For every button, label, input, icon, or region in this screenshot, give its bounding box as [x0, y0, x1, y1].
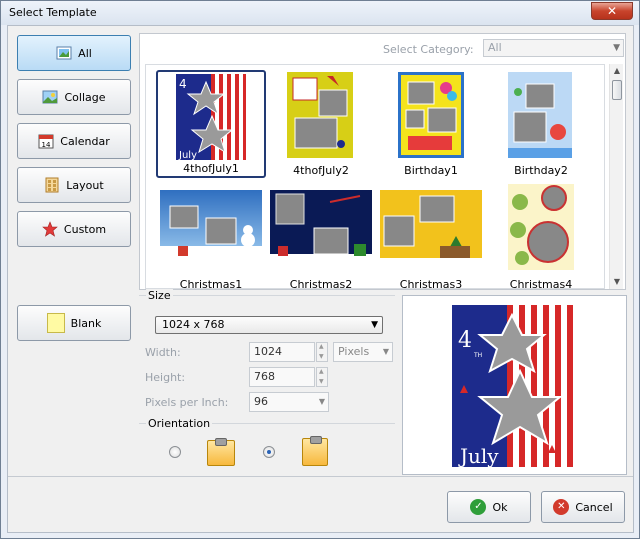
select-category-label: Select Category: — [383, 43, 474, 56]
picture-icon — [56, 45, 72, 61]
calendar-icon: 14 — [38, 133, 54, 149]
chevron-down-icon: ▼ — [613, 43, 620, 53]
width-spinner[interactable] — [316, 342, 328, 362]
template-thumbnail — [508, 72, 572, 158]
size-preset-value: 1024 x 768 — [162, 318, 225, 331]
gallery-scrollbar[interactable]: ▲ ▼ — [609, 64, 623, 289]
close-button[interactable]: ✕ — [591, 2, 633, 20]
chevron-down-icon: ▼ — [371, 320, 378, 330]
custom-button[interactable]: Custom — [17, 211, 131, 247]
scroll-up-icon[interactable]: ▲ — [610, 64, 624, 78]
ppi-value: 96 — [254, 395, 268, 408]
cancel-button[interactable]: ✕ Cancel — [541, 491, 625, 523]
collage-button-label: Collage — [64, 90, 106, 104]
template-name: Christmas1 — [179, 278, 243, 289]
template-gallery: Select Category: All ▼ 4 July 4thofJuly1 — [139, 33, 626, 290]
ppi-label: Pixels per Inch: — [145, 396, 229, 409]
template-thumbnail — [380, 190, 482, 266]
all-button-label: All — [78, 46, 92, 60]
select-template-dialog: Select Template ✕ All Collage 14 Calenda… — [0, 0, 640, 539]
blank-button[interactable]: Blank — [17, 305, 131, 341]
ok-button[interactable]: ✓ Ok — [447, 491, 531, 523]
size-group: Size 1024 x 768 ▼ Width: 1024 Pixels ▼ He… — [139, 289, 395, 413]
width-label: Width: — [145, 346, 181, 359]
all-button[interactable]: All — [17, 35, 131, 71]
preview-th: TH — [473, 352, 482, 359]
width-value: 1024 — [254, 345, 282, 358]
template-birthday1[interactable]: Birthday1 — [376, 70, 486, 178]
portrait-clipboard-icon — [302, 436, 328, 466]
template-christmas2[interactable]: Christmas2 — [266, 184, 376, 289]
template-thumbnail — [508, 184, 574, 270]
template-list: 4 July 4thofJuly1 4thofJuly2 Birthday1 B… — [145, 64, 605, 289]
template-christmas4[interactable]: Christmas4 — [486, 184, 596, 289]
landscape-clipboard-icon — [207, 438, 235, 466]
preview-july-large: July — [458, 444, 499, 467]
custom-button-label: Custom — [63, 222, 107, 236]
height-field[interactable]: 768 — [249, 367, 315, 387]
height-label: Height: — [145, 371, 186, 384]
template-name: Birthday2 — [514, 164, 568, 177]
template-name: Christmas4 — [509, 278, 573, 289]
calendar-button-label: Calendar — [60, 134, 110, 148]
template-name: Christmas2 — [289, 278, 353, 289]
divider — [8, 476, 633, 477]
size-legend: Size — [146, 289, 173, 302]
template-thumbnail — [270, 190, 372, 266]
preview-four: 4 — [179, 77, 187, 91]
scroll-down-icon[interactable]: ▼ — [610, 275, 624, 289]
landscape-icon — [42, 89, 58, 105]
template-thumbnail — [398, 72, 464, 158]
landscape-radio[interactable] — [169, 446, 181, 458]
chevron-down-icon: ▼ — [318, 397, 325, 406]
width-field[interactable]: 1024 — [249, 342, 315, 362]
window-title: Select Template — [9, 6, 97, 19]
collage-button[interactable]: Collage — [17, 79, 131, 115]
template-name: 4thofJuly1 — [183, 162, 239, 175]
template-birthday2[interactable]: Birthday2 — [486, 70, 596, 178]
template-4thofjuly2[interactable]: 4thofJuly2 — [266, 70, 376, 178]
layout-button-label: Layout — [66, 178, 104, 192]
title-bar: Select Template ✕ — [1, 1, 639, 25]
preview-four-large: 4 — [458, 328, 472, 353]
layout-button[interactable]: Layout — [17, 167, 131, 203]
template-christmas3[interactable]: Christmas3 — [376, 184, 486, 289]
orientation-legend: Orientation — [146, 417, 213, 430]
template-thumbnail — [287, 72, 353, 158]
category-value: All — [488, 41, 502, 54]
template-preview: 4 TH July — [402, 295, 627, 475]
template-christmas1[interactable]: Christmas1 — [156, 184, 266, 289]
height-spinner[interactable] — [316, 367, 328, 387]
portrait-radio[interactable] — [263, 446, 275, 458]
checkmark-icon: ✓ — [470, 499, 487, 515]
unit-value: Pixels — [338, 345, 370, 358]
dialog-body: All Collage 14 Calendar Layout Custom Bl… — [7, 25, 634, 533]
blank-button-label: Blank — [70, 316, 102, 330]
calendar-button[interactable]: 14 Calendar — [17, 123, 131, 159]
template-name: Birthday1 — [404, 164, 458, 177]
grid-icon — [44, 177, 60, 193]
template-name: 4thofJuly2 — [293, 164, 349, 177]
cancel-button-label: Cancel — [575, 500, 613, 514]
cancel-icon: ✕ — [553, 499, 570, 515]
unit-dropdown[interactable]: Pixels ▼ — [333, 342, 393, 362]
preview-july: July — [178, 150, 197, 160]
template-name: Christmas3 — [399, 278, 463, 289]
preview-image: 4 TH July — [452, 305, 575, 467]
close-icon: ✕ — [606, 4, 618, 18]
template-4thofjuly1[interactable]: 4 July 4thofJuly1 — [156, 70, 266, 178]
template-thumbnail: 4 July — [176, 74, 246, 160]
size-preset-dropdown[interactable]: 1024 x 768 ▼ — [155, 316, 383, 334]
star-icon — [42, 221, 58, 237]
height-value: 768 — [254, 370, 275, 383]
orientation-group: Orientation — [139, 417, 395, 497]
chevron-down-icon: ▼ — [382, 347, 389, 356]
ok-button-label: Ok — [492, 500, 508, 514]
blank-page-icon — [46, 313, 65, 333]
calendar-icon-day: 14 — [42, 141, 51, 149]
scroll-thumb[interactable] — [612, 80, 622, 100]
ppi-dropdown[interactable]: 96 ▼ — [249, 392, 329, 412]
category-dropdown[interactable]: All ▼ — [483, 39, 624, 57]
template-thumbnail — [160, 190, 262, 266]
